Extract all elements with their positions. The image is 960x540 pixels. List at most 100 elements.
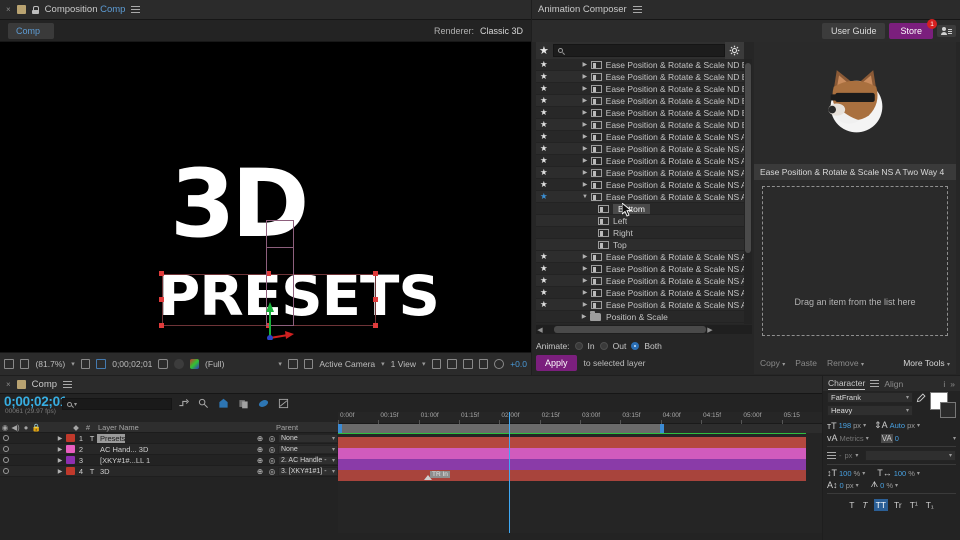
comp-selector-tab[interactable]: Comp: [8, 22, 55, 39]
hide-shy-layers-icon[interactable]: [218, 398, 229, 409]
transparency-grid-icon[interactable]: [287, 359, 298, 369]
chevron-down-icon[interactable]: ▼: [579, 194, 591, 200]
text-style-button[interactable]: TT: [873, 499, 888, 511]
panel-menu-icon[interactable]: [870, 380, 880, 387]
layer-color-chip[interactable]: [66, 456, 75, 464]
chevron-right-icon[interactable]: ▶: [579, 265, 591, 272]
chevron-right-icon[interactable]: ▶: [579, 253, 591, 260]
text-style-button[interactable]: T₁: [924, 499, 936, 511]
layer-color-chip[interactable]: [66, 434, 75, 442]
layer-transform-icon[interactable]: ⊕: [254, 456, 266, 465]
apply-button[interactable]: Apply: [536, 355, 577, 371]
layer-color-chip[interactable]: [66, 467, 75, 475]
timeline-search-input[interactable]: ▾: [62, 398, 172, 410]
baseline-shift-value[interactable]: 0: [840, 481, 844, 490]
selection-handle[interactable]: [159, 297, 164, 302]
font-style-select[interactable]: Heavy ▾: [827, 405, 913, 416]
preset-list-item[interactable]: ★ ▶ Ease Position & Rotate & Scale ND B: [536, 59, 744, 71]
chevron-right-icon[interactable]: ▶: [54, 468, 66, 475]
chevron-right-icon[interactable]: ▶: [579, 301, 591, 308]
chevron-right-icon[interactable]: ▶: [579, 61, 591, 68]
work-area-end-handle[interactable]: [660, 424, 664, 433]
exposure-icon[interactable]: [494, 359, 505, 369]
favorite-star-icon[interactable]: ★: [536, 179, 552, 190]
chevron-right-icon[interactable]: ▶: [579, 181, 591, 188]
preset-child-item[interactable]: Bottom: [536, 203, 744, 215]
timeline-ruler[interactable]: 0:00f 00:15f 01:00f 01:15f 02:00f 02:15f 03:00…: [338, 412, 822, 424]
layer-parent-select[interactable]: None ▾: [278, 433, 338, 443]
table-row[interactable]: ▶ 3 [XKY#1#...LL 1 ⊕ ◎ 2. AC Handle - ▾: [0, 455, 338, 466]
frame-blending-icon[interactable]: [238, 398, 249, 409]
preset-child-item[interactable]: Top: [536, 239, 744, 251]
preset-list-item[interactable]: ★ ▶ Ease Position & Rotate & Scale ND B: [536, 71, 744, 83]
channels-icon[interactable]: [189, 359, 200, 369]
panel-menu-icon[interactable]: [632, 6, 642, 13]
preset-list-item[interactable]: ★ ▶ Ease Position & Rotate & Scale ND B: [536, 83, 744, 95]
stroke-style-icon[interactable]: [827, 452, 836, 459]
layer-bar[interactable]: [338, 448, 806, 459]
mask-icon[interactable]: [303, 359, 314, 369]
timeline-icon[interactable]: [463, 359, 473, 369]
composition-viewport[interactable]: 3D PRESETS: [0, 42, 531, 352]
horizontal-scale-value[interactable]: 100: [894, 469, 907, 478]
radio-both[interactable]: [631, 342, 640, 350]
chevron-right-icon[interactable]: ▶: [54, 435, 66, 442]
account-button[interactable]: [937, 25, 956, 37]
color-swatches[interactable]: [930, 392, 956, 418]
paste-button[interactable]: Paste: [795, 358, 817, 368]
show-snapshot-icon[interactable]: [174, 359, 184, 369]
preset-child-item[interactable]: Right: [536, 227, 744, 239]
layer-bar[interactable]: [338, 470, 806, 481]
chevron-right-icon[interactable]: ▶: [579, 289, 591, 296]
layer-transform-icon[interactable]: ⊕: [254, 467, 266, 476]
chevron-down-icon[interactable]: ▾: [917, 470, 920, 477]
zoom-level[interactable]: (81.7%): [35, 359, 65, 369]
preset-list-item[interactable]: ★ ▼ Ease Position & Rotate & Scale NS A: [536, 191, 744, 203]
kerning-value[interactable]: Metrics: [840, 434, 864, 443]
lock-icon[interactable]: [31, 5, 40, 14]
store-button[interactable]: Store 1: [889, 19, 937, 39]
views-chevron-down-icon[interactable]: ▾: [422, 360, 426, 368]
preset-list-item[interactable]: ★ ▶ Ease Position & Rotate & Scale NS A: [536, 167, 744, 179]
grid-icon[interactable]: [80, 359, 91, 369]
layer-color-chip[interactable]: [66, 445, 75, 453]
preset-list-item[interactable]: ★ ▶ Ease Position & Rotate & Scale ND B: [536, 119, 744, 131]
favorite-star-icon[interactable]: ★: [536, 95, 552, 106]
draft-3d-icon[interactable]: [198, 398, 209, 409]
close-icon[interactable]: ×: [6, 5, 11, 14]
layer-bar[interactable]: [338, 437, 806, 448]
tracking-value[interactable]: 0: [895, 434, 899, 443]
scroll-left-icon[interactable]: ◀: [536, 326, 544, 334]
preset-list-item[interactable]: ★ ▶ Ease Position & Rotate & Scale NS A: [536, 143, 744, 155]
layer-3d-icon[interactable]: ◎: [266, 445, 278, 454]
text-style-button[interactable]: T: [860, 499, 869, 511]
layer-name[interactable]: 3D: [97, 467, 110, 476]
presets-list-vertical-scrollbar[interactable]: [744, 59, 752, 324]
preset-list-item[interactable]: ★ ▶ Ease Position & Rotate & Scale ND B: [536, 107, 744, 119]
timeline-tab-title[interactable]: Comp: [32, 379, 57, 390]
chevron-right-icon[interactable]: ▶: [579, 277, 591, 284]
selection-handle[interactable]: [373, 297, 378, 302]
chevron-down-icon[interactable]: ▾: [866, 435, 869, 442]
eyedropper-icon[interactable]: [916, 392, 927, 403]
timeline-marker[interactable]: TR In: [430, 471, 450, 478]
preset-child-item[interactable]: Left: [536, 215, 744, 227]
pixel-aspect-icon[interactable]: [431, 359, 442, 369]
chevron-down-icon[interactable]: ▾: [862, 470, 865, 477]
layer-transform-icon[interactable]: ⊕: [254, 445, 266, 454]
fast-preview-icon[interactable]: [447, 359, 457, 369]
layer-visibility-icon[interactable]: [3, 457, 9, 463]
radio-out[interactable]: [599, 342, 608, 350]
more-tools-button[interactable]: More Tools ▾: [903, 358, 950, 368]
camera-chevron-down-icon[interactable]: ▾: [381, 360, 385, 368]
work-area-start-handle[interactable]: [338, 424, 342, 433]
favorite-star-icon[interactable]: ★: [536, 287, 552, 298]
chevron-down-icon[interactable]: ▾: [856, 482, 859, 489]
flowchart-icon[interactable]: [478, 359, 489, 369]
search-chevron-down-icon[interactable]: ▾: [74, 401, 77, 408]
stroke-color-swatch[interactable]: [940, 402, 956, 418]
timeline-work-area[interactable]: [338, 424, 822, 433]
preset-list-item[interactable]: ★ ▶ Ease Position & Rotate & Scale ND B: [536, 95, 744, 107]
stroke-type-select[interactable]: ▾: [865, 450, 956, 461]
layer-parent-select[interactable]: None ▾: [278, 444, 338, 454]
